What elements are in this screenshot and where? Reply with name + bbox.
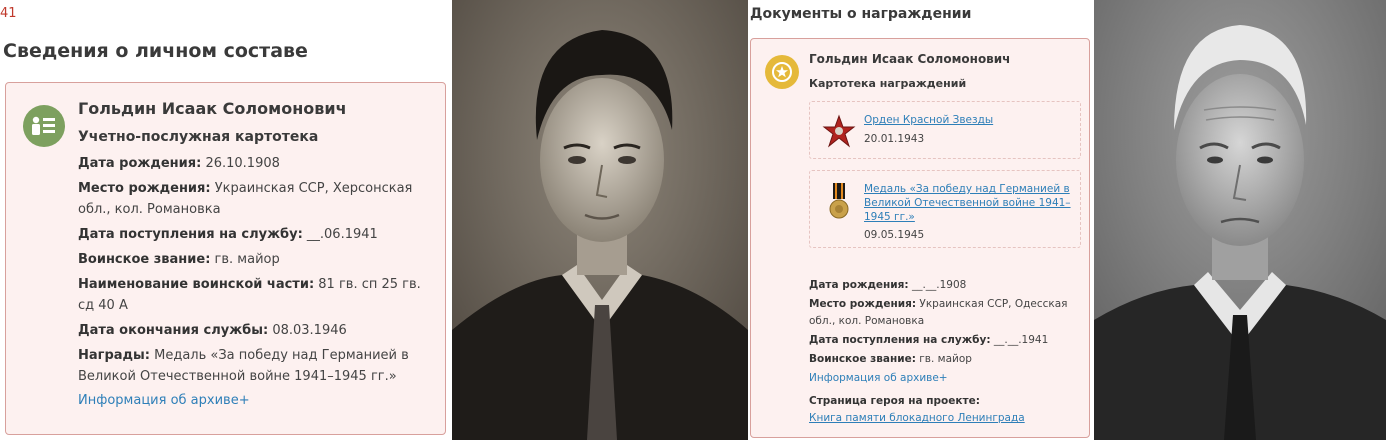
info-row: Дата окончания службы: 08.03.1946 bbox=[78, 320, 433, 341]
info-row: Дата рождения: __.__.1908 bbox=[809, 277, 1081, 294]
section-title-awards: Документы о награждении bbox=[750, 6, 972, 22]
info-row: Дата поступления на службу: __.__.1941 bbox=[809, 332, 1081, 349]
hero-page-label: Страница героя на проекте: bbox=[809, 395, 980, 407]
portrait-photo-old bbox=[1094, 0, 1386, 440]
personnel-info-panel: 41 Сведения о личном составе Гольдин Иса… bbox=[0, 0, 452, 440]
awards-card: Гольдин Исаак Соломонович Картотека нагр… bbox=[750, 38, 1090, 438]
victory-medal-icon bbox=[822, 181, 856, 221]
section-title: Сведения о личном составе bbox=[3, 40, 308, 62]
hero-page-block: Страница героя на проекте: Книга памяти … bbox=[809, 393, 1081, 427]
info-row: Место рождения: Украинская ССР, Одесская… bbox=[809, 296, 1081, 330]
info-row: Дата рождения: 26.10.1908 bbox=[78, 153, 433, 174]
award-date: 20.01.1943 bbox=[864, 133, 925, 145]
info-row: Наименование воинской части: 81 гв. сп 2… bbox=[78, 274, 433, 316]
info-row: Награды: Медаль «За победу над Германией… bbox=[78, 345, 433, 387]
award-name-link[interactable]: Орден Красной Звезды bbox=[864, 113, 1074, 127]
info-label: Дата поступления на службу: bbox=[78, 227, 303, 242]
info-row: Дата поступления на службу: __.06.1941 bbox=[78, 224, 433, 245]
card-type: Учетно-послужная картотека bbox=[78, 129, 319, 145]
card-type-awards: Картотека награждений bbox=[809, 77, 967, 90]
info-label: Награды: bbox=[78, 348, 150, 363]
info-value: __.__.1908 bbox=[908, 279, 967, 291]
awards-fields: Дата рождения: __.__.1908 Место рождения:… bbox=[809, 277, 1081, 368]
info-label: Наименование воинской части: bbox=[78, 277, 315, 292]
award-name-link[interactable]: Медаль «За победу над Германией в Велико… bbox=[864, 182, 1074, 224]
award-item: Орден Красной Звезды 20.01.1943 bbox=[809, 101, 1081, 159]
info-value: 08.03.1946 bbox=[268, 323, 347, 338]
info-label: Место рождения: bbox=[809, 298, 917, 310]
archive-info-link[interactable]: Информация об архиве+ bbox=[78, 393, 433, 408]
info-value: __.06.1941 bbox=[302, 227, 378, 242]
person-name: Гольдин Исаак Соломонович bbox=[78, 99, 347, 118]
personnel-card: Гольдин Исаак Соломонович Учетно-послужн… bbox=[5, 82, 446, 435]
portrait-photo-young bbox=[452, 0, 748, 440]
awards-person-info: Дата рождения: __.__.1908 Место рождения:… bbox=[809, 277, 1081, 427]
person-name-awards: Гольдин Исаак Соломонович bbox=[809, 52, 1011, 66]
info-label: Дата рождения: bbox=[809, 279, 909, 291]
personnel-fields: Дата рождения: 26.10.1908 Место рождения:… bbox=[78, 153, 433, 387]
info-row: Место рождения: Украинская ССР, Херсонск… bbox=[78, 178, 433, 220]
info-row: Воинское звание: гв. майор bbox=[78, 249, 433, 270]
archive-info-link[interactable]: Информация об архиве+ bbox=[809, 370, 1081, 387]
info-label: Дата окончания службы: bbox=[78, 323, 269, 338]
red-star-order-icon bbox=[822, 112, 856, 152]
info-label: Воинское звание: bbox=[809, 353, 916, 365]
person-card-icon bbox=[23, 105, 65, 147]
info-value: гв. майор bbox=[915, 353, 972, 365]
info-value: 26.10.1908 bbox=[201, 156, 280, 171]
award-item: Медаль «За победу над Германией в Велико… bbox=[809, 170, 1081, 248]
record-number: 41 bbox=[0, 6, 17, 21]
info-value: __.__.1941 bbox=[990, 334, 1049, 346]
info-row: Воинское звание: гв. майор bbox=[809, 351, 1081, 368]
info-label: Дата поступления на службу: bbox=[809, 334, 991, 346]
info-value: гв. майор bbox=[210, 252, 280, 267]
info-label: Воинское звание: bbox=[78, 252, 211, 267]
info-label: Дата рождения: bbox=[78, 156, 202, 171]
info-label: Место рождения: bbox=[78, 181, 211, 196]
medal-icon bbox=[765, 55, 799, 89]
award-date: 09.05.1945 bbox=[864, 229, 925, 241]
award-documents-panel: Документы о награждении Гольдин Исаак Со… bbox=[748, 0, 1094, 440]
hero-page-link[interactable]: Книга памяти блокадного Ленинграда bbox=[809, 410, 1081, 427]
